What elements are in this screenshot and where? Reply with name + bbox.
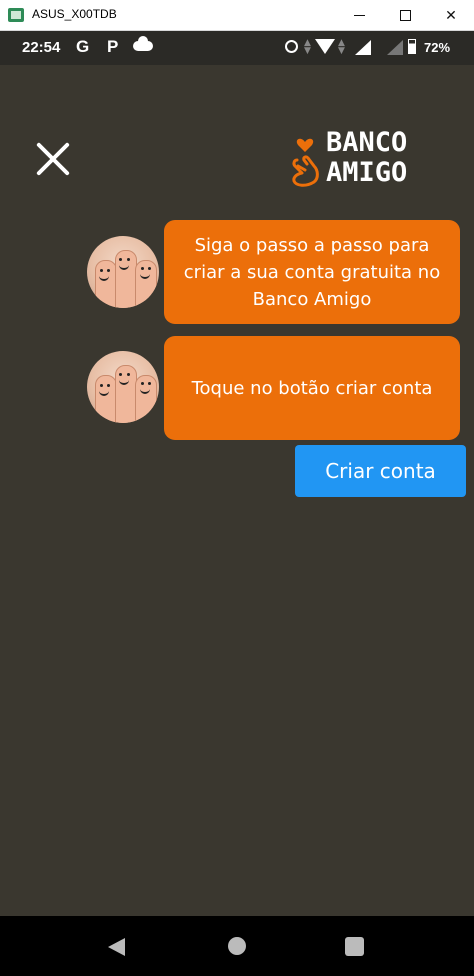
avatar <box>87 236 159 308</box>
heart-hand-icon <box>292 138 319 187</box>
logo-line2: AMIGO <box>326 157 408 188</box>
battery-percent: 72% <box>424 40 451 55</box>
back-icon[interactable] <box>108 938 125 956</box>
cloud-icon <box>133 36 153 51</box>
window-titlebar: ASUS_X00TDB ✕ <box>0 0 474 31</box>
recents-icon[interactable] <box>345 937 364 956</box>
logo-text: BANCO AMIGO <box>326 128 407 188</box>
avatar <box>87 351 159 423</box>
signal-icon <box>355 40 371 55</box>
signal-empty-icon <box>387 40 403 55</box>
app-icon <box>8 8 24 22</box>
status-bar: 22:54 G P ▲ ▼ ▲ ▼ 72% <box>0 31 474 65</box>
status-time: 22:54 <box>22 39 61 56</box>
p-icon: P <box>107 37 119 56</box>
home-icon[interactable] <box>228 937 246 955</box>
window-close-button[interactable]: ✕ <box>428 0 474 31</box>
data-arrows-icon: ▲ ▼ <box>304 38 311 56</box>
logo-line1: BANCO <box>326 127 408 158</box>
create-account-button[interactable]: Criar conta <box>295 445 466 497</box>
close-icon[interactable] <box>34 140 72 178</box>
data-arrows-icon: ▲ ▼ <box>338 38 345 56</box>
maximize-button[interactable] <box>382 0 428 31</box>
g-icon: G <box>76 37 90 56</box>
navigation-bar <box>0 916 474 976</box>
chat-bubble: Siga o passo a passo para criar a sua co… <box>164 220 460 324</box>
minimize-button[interactable] <box>336 0 382 31</box>
logo: BANCO AMIGO <box>288 128 438 190</box>
alarm-icon <box>285 40 298 53</box>
battery-icon <box>408 39 416 54</box>
window-title: ASUS_X00TDB <box>32 7 117 21</box>
chat-bubble: Toque no botão criar conta <box>164 336 460 440</box>
wifi-icon <box>315 39 335 54</box>
